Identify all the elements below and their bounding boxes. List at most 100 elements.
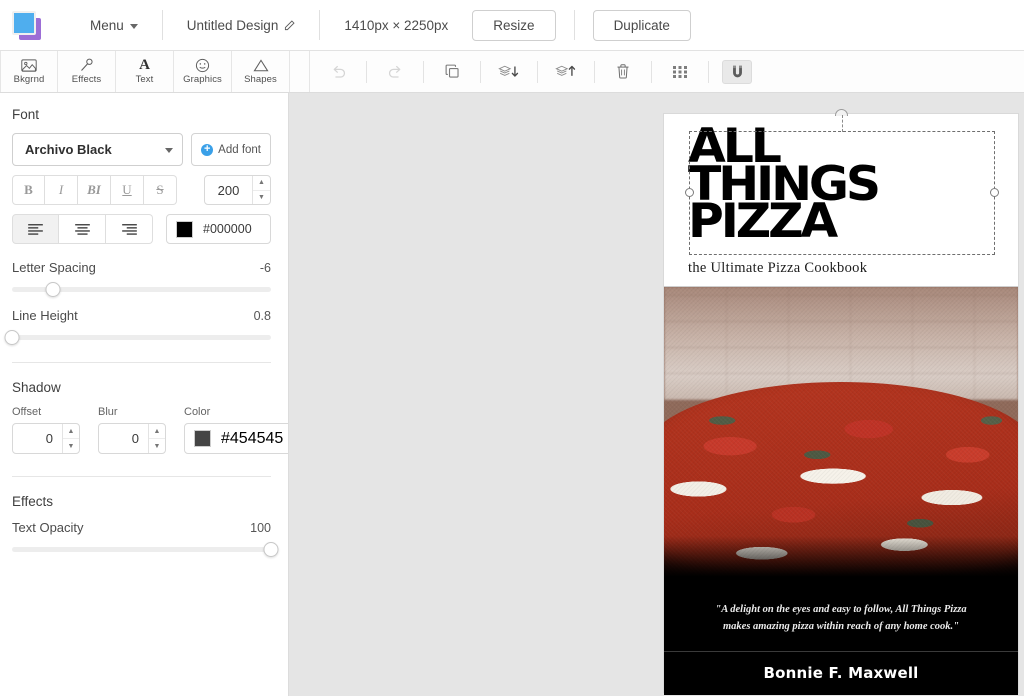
document-title[interactable]: Untitled Design (163, 0, 320, 50)
design-canvas[interactable]: ALL THINGS PIZZA the Ultimate Pizza Cook… (664, 114, 1018, 692)
tool-tab-label: Shapes (244, 74, 277, 85)
text-color-swatch (176, 221, 193, 238)
shadow-color-picker[interactable]: #454545 (184, 423, 289, 454)
font-family-select[interactable]: Archivo Black (12, 133, 183, 166)
bring-forward-button[interactable] (552, 61, 580, 83)
menu-button[interactable]: Menu (66, 0, 162, 50)
triangle-icon (253, 58, 269, 73)
duplicate-object-button[interactable] (438, 61, 466, 83)
bold-label: B (24, 182, 33, 198)
shadow-color-swatch (194, 430, 211, 447)
shadow-color-label: Color (184, 406, 289, 418)
subtitle-text[interactable]: the Ultimate Pizza Cookbook (688, 260, 867, 277)
app-logo-icon[interactable] (10, 9, 44, 41)
shadow-blur-increment[interactable]: ▲ (149, 424, 165, 439)
main-body: Font Archivo Black + Add font B I BI (0, 93, 1024, 696)
shadow-color-value: #454545 (221, 430, 283, 448)
redo-arrow-icon (387, 63, 404, 80)
align-left-icon (28, 224, 43, 235)
delete-object-button[interactable] (609, 61, 637, 83)
effects-section-title: Effects (12, 494, 271, 509)
canvas-size-label: 1410px × 2250px (320, 0, 472, 50)
toggle-snap-button[interactable] (722, 60, 752, 84)
shadow-offset-label: Offset (12, 406, 80, 418)
font-size-increment[interactable]: ▲ (253, 176, 270, 191)
line-height-slider[interactable] (12, 335, 271, 340)
quote-text: "A delight on the eyes and easy to follo… (698, 601, 984, 636)
text-align-group (12, 214, 153, 244)
canvas-area[interactable]: ALL THINGS PIZZA the Ultimate Pizza Cook… (289, 93, 1024, 696)
tool-tab-graphics[interactable]: Graphics (174, 51, 232, 92)
letter-spacing-value: -6 (260, 261, 271, 275)
duplicate-button[interactable]: Duplicate (593, 10, 691, 41)
font-size-value[interactable]: 200 (205, 176, 252, 204)
tool-tab-shapes[interactable]: Shapes (232, 51, 290, 92)
add-font-label: Add font (218, 144, 261, 156)
text-opacity-knob[interactable] (264, 542, 279, 557)
book-title-text[interactable]: ALL THINGS PIZZA (688, 128, 878, 241)
tool-tab-effects[interactable]: Effects (58, 51, 116, 92)
pencil-icon[interactable] (284, 20, 295, 31)
quote-band[interactable]: "A delight on the eyes and easy to follo… (664, 584, 1018, 651)
shadow-offset-field: Offset 0 ▲ ▼ (12, 406, 80, 454)
tool-tab-text[interactable]: A Text (116, 51, 174, 92)
font-style-row: B I BI U S 200 ▲ ▼ (12, 166, 271, 205)
tool-row: Bkgrnd Effects A Text Graphics (0, 51, 1024, 93)
shadow-blur-decrement[interactable]: ▼ (149, 439, 165, 453)
send-backward-slot (481, 61, 537, 83)
text-color-picker[interactable]: #000000 (166, 214, 271, 244)
letter-spacing-control: Letter Spacing -6 (12, 260, 271, 292)
shadow-offset-value[interactable]: 0 (13, 424, 62, 453)
tool-tab-bkgrnd[interactable]: Bkgrnd (0, 51, 58, 92)
font-section-title: Font (12, 107, 271, 122)
send-backward-button[interactable] (495, 61, 523, 83)
bold-italic-button[interactable]: BI (78, 175, 111, 205)
shadow-blur-label: Blur (98, 406, 166, 418)
toggle-grid-button[interactable] (666, 61, 694, 83)
underline-button[interactable]: U (111, 175, 144, 205)
font-size-decrement[interactable]: ▼ (253, 191, 270, 205)
bold-italic-label: BI (87, 182, 101, 197)
document-title-label: Untitled Design (187, 18, 279, 33)
resize-handle-right[interactable] (990, 188, 999, 197)
strikethrough-button[interactable]: S (144, 175, 177, 205)
letter-spacing-slider[interactable] (12, 287, 271, 292)
author-band[interactable]: Bonnie F. Maxwell (664, 651, 1018, 695)
caret-down-icon (165, 148, 173, 153)
divider (574, 10, 575, 40)
shadow-offset-increment[interactable]: ▲ (63, 424, 79, 439)
undo-arrow-icon (330, 63, 347, 80)
align-left-button[interactable] (12, 214, 59, 244)
shadow-blur-value[interactable]: 0 (99, 424, 148, 453)
menu-label: Menu (90, 18, 124, 33)
text-opacity-slider[interactable] (12, 547, 271, 552)
redo-slot (367, 61, 423, 83)
smiley-icon (195, 58, 210, 73)
align-center-button[interactable] (59, 214, 106, 244)
undo-button[interactable] (324, 61, 352, 83)
redo-button[interactable] (381, 61, 409, 83)
shadow-offset-stepper[interactable]: 0 ▲ ▼ (12, 423, 80, 454)
title-area: ALL THINGS PIZZA the Ultimate Pizza Cook… (664, 114, 1018, 286)
alignment-row: #000000 (12, 214, 271, 244)
italic-button[interactable]: I (45, 175, 78, 205)
align-right-button[interactable] (106, 214, 153, 244)
line-height-knob[interactable] (5, 330, 20, 345)
resize-button[interactable]: Resize (472, 10, 555, 41)
line-height-header: Line Height 0.8 (12, 308, 271, 323)
toggle-snap-slot (709, 60, 765, 84)
font-size-spinner: ▲ ▼ (252, 176, 270, 204)
rotation-handle-icon[interactable] (835, 109, 848, 116)
font-family-value: Archivo Black (25, 142, 165, 157)
shadow-offset-decrement[interactable]: ▼ (63, 439, 79, 453)
font-size-stepper[interactable]: 200 ▲ ▼ (204, 175, 271, 205)
add-font-button[interactable]: + Add font (191, 133, 271, 166)
font-style-group: B I BI U S (12, 175, 177, 205)
delete-object-slot (595, 61, 651, 83)
pizza-photo[interactable] (664, 287, 1018, 584)
bold-button[interactable]: B (12, 175, 45, 205)
photo-bottom-fade (664, 536, 1018, 584)
letter-spacing-knob[interactable] (46, 282, 61, 297)
line-height-control: Line Height 0.8 (12, 308, 271, 340)
shadow-blur-stepper[interactable]: 0 ▲ ▼ (98, 423, 166, 454)
